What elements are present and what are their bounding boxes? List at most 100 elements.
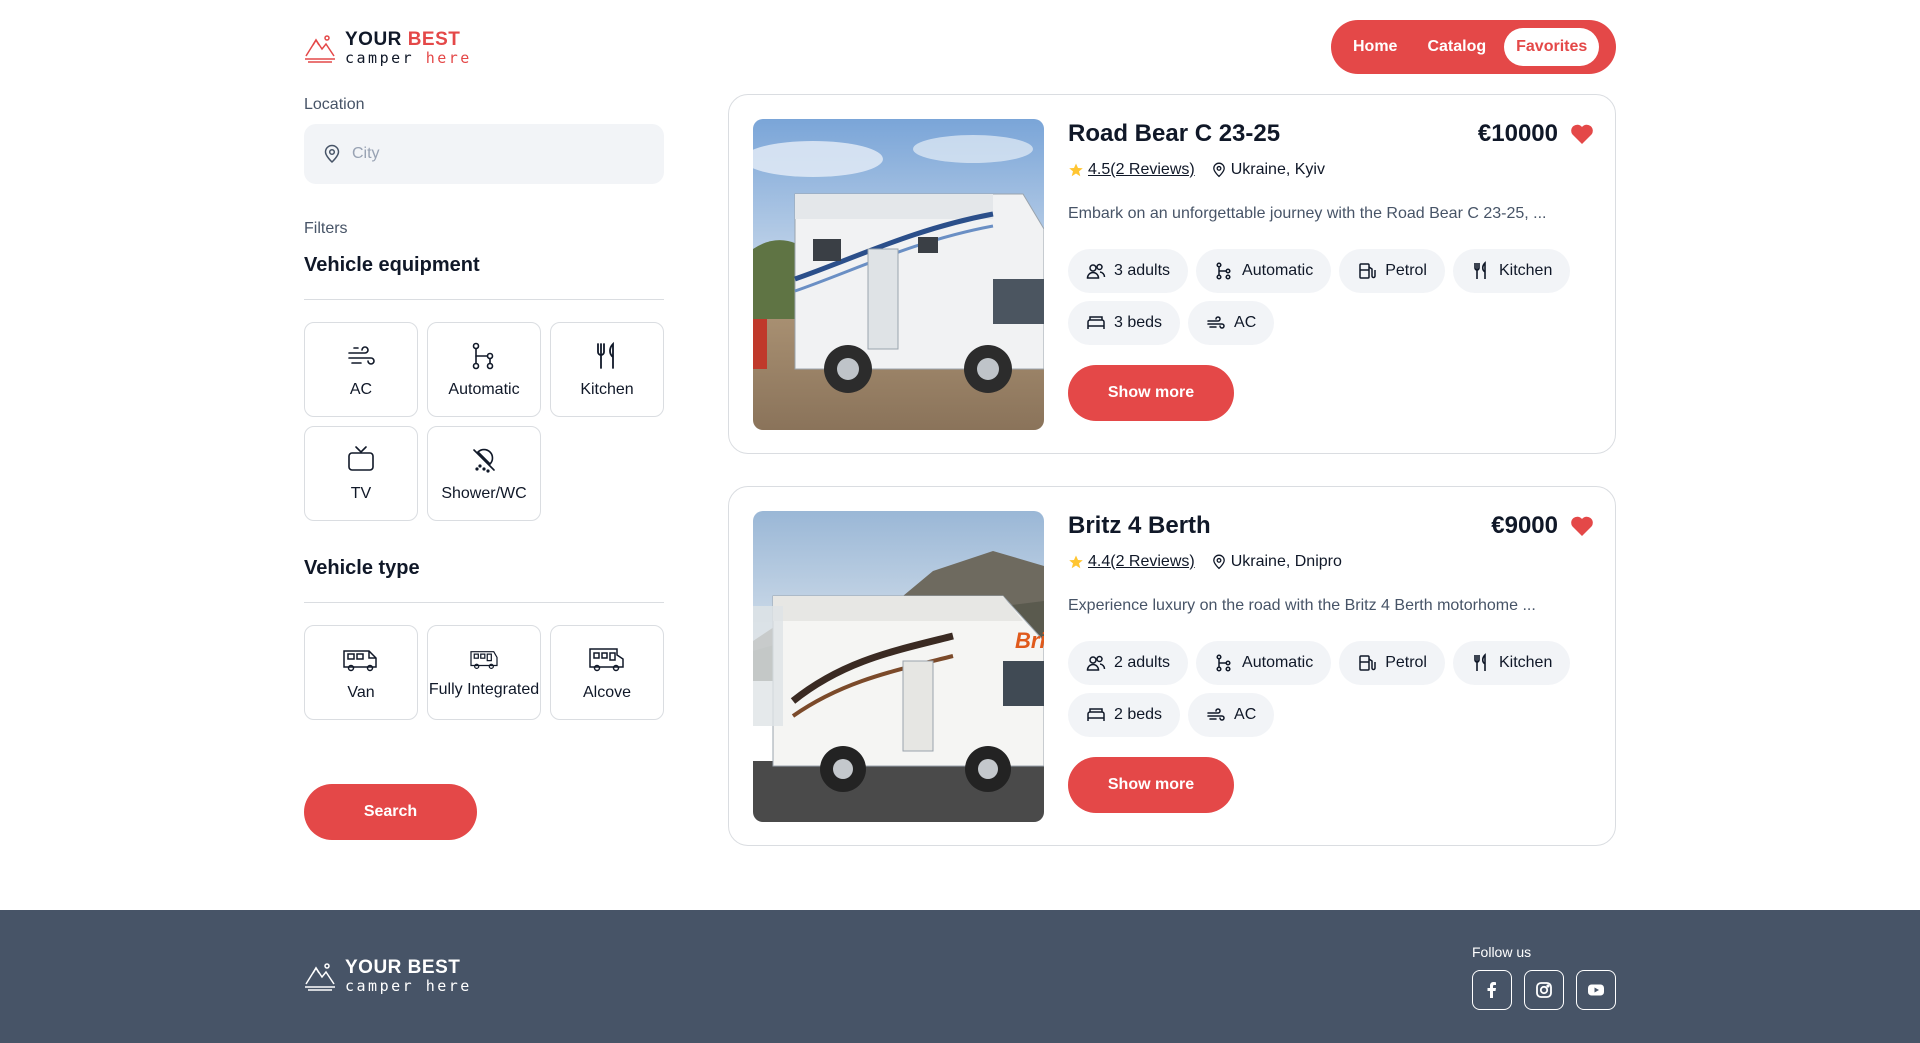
fuel-icon xyxy=(1359,655,1376,671)
equipment-kitchen[interactable]: Kitchen xyxy=(550,322,664,417)
camper-price: €10000 xyxy=(1477,120,1558,147)
chip-adults: 3 adults xyxy=(1068,249,1189,293)
type-van[interactable]: Van xyxy=(304,625,418,720)
type-fully-integrated[interactable]: Fully Integrated xyxy=(427,625,541,720)
chip-engine: Petrol xyxy=(1339,641,1445,685)
equipment-label: TV xyxy=(350,484,372,502)
star-icon xyxy=(1069,163,1083,177)
wind-icon xyxy=(1207,316,1225,329)
cutlery-icon xyxy=(597,341,614,369)
map-pin-icon xyxy=(1212,162,1225,178)
star-icon xyxy=(1069,555,1083,569)
camper-location: Ukraine, Kyiv xyxy=(1211,161,1325,179)
heart-icon[interactable] xyxy=(1570,515,1594,537)
page: YOUR BEST camper here Home Catalog Favor… xyxy=(0,0,1920,1043)
location-text: Ukraine, Kyiv xyxy=(1230,161,1325,178)
equipment-label: Kitchen xyxy=(580,380,634,398)
camper-name: Road Bear C 23-25 xyxy=(1068,120,1281,147)
rating: 4.4(2 Reviews) xyxy=(1068,553,1195,571)
cutlery-icon xyxy=(1474,653,1486,671)
equipment-label: Automatic xyxy=(448,380,520,398)
camper-price: €9000 xyxy=(1491,512,1558,539)
feature-chips: 2 adults Automatic Petrol Kitchen 2 beds… xyxy=(1068,641,1588,737)
vehicle-type-grid: Van Fully Integrated Alcove xyxy=(304,625,664,720)
type-label: Alcove xyxy=(582,683,632,701)
svg-text:Bri: Bri xyxy=(1015,628,1044,653)
wind-icon xyxy=(1207,708,1225,721)
bed-icon xyxy=(1087,316,1105,329)
follow-us-label: Follow us xyxy=(1472,944,1532,960)
feature-chips: 3 adults Automatic Petrol Kitchen 3 beds… xyxy=(1068,249,1588,345)
mountain-logo-icon xyxy=(305,35,335,63)
camper-image: Bri xyxy=(753,511,1044,822)
bed-icon xyxy=(1087,708,1105,721)
cutlery-icon xyxy=(1474,261,1486,279)
wind-icon xyxy=(348,345,375,365)
instagram-icon xyxy=(1536,982,1552,998)
camper-image xyxy=(753,119,1044,430)
shower-icon xyxy=(473,448,495,473)
chip-kitchen: Kitchen xyxy=(1452,249,1571,293)
alcove-icon xyxy=(589,647,624,671)
chip-beds: 3 beds xyxy=(1068,301,1181,345)
reviews-link[interactable]: 4.5(2 Reviews) xyxy=(1088,161,1195,179)
logo[interactable]: YOUR BEST camper here xyxy=(303,30,472,66)
chip-transmission: Automatic xyxy=(1196,249,1332,293)
transmission-icon xyxy=(1216,262,1231,280)
footer xyxy=(0,910,1920,1043)
show-more-button[interactable]: Show more xyxy=(1068,365,1234,421)
youtube-link[interactable] xyxy=(1576,970,1616,1010)
footer-sub: camper here xyxy=(345,977,472,995)
heart-icon[interactable] xyxy=(1570,123,1594,145)
users-icon xyxy=(1086,263,1106,279)
type-label: Van xyxy=(347,683,375,701)
footer-logo-text: YOUR BEST camper here xyxy=(345,958,472,994)
mountain-logo-icon xyxy=(305,963,335,991)
instagram-link[interactable] xyxy=(1524,970,1564,1010)
chip-label: Kitchen xyxy=(1498,262,1553,279)
equipment-shower[interactable]: Shower/WC xyxy=(427,426,541,521)
location-input[interactable] xyxy=(352,145,632,163)
chip-label: Petrol xyxy=(1385,262,1427,279)
nav-favorites[interactable]: Favorites xyxy=(1504,28,1600,66)
nav-catalog[interactable]: Catalog xyxy=(1415,28,1498,66)
camper-card: Bri Britz 4 Berth €9000 4.4(2 Reviews) U… xyxy=(728,486,1616,846)
camper-description: Embark on an unforgettable journey with … xyxy=(1068,205,1547,222)
fully-integrated-icon xyxy=(470,650,498,669)
facebook-icon xyxy=(1487,982,1496,998)
chip-ac: AC xyxy=(1188,693,1275,737)
card-body: Road Bear C 23-25 €10000 4.5(2 Reviews) … xyxy=(1068,119,1594,421)
chip-label: Petrol xyxy=(1385,654,1427,671)
location-label: Location xyxy=(304,96,365,113)
nav-home[interactable]: Home xyxy=(1341,28,1409,66)
equipment-grid: AC Automatic Kitchen TV Shower/WC xyxy=(304,322,664,521)
reviews-count: (2 Reviews) xyxy=(1110,553,1195,570)
users-icon xyxy=(1086,655,1106,671)
search-button[interactable]: Search xyxy=(304,784,477,840)
chip-engine: Petrol xyxy=(1339,249,1445,293)
chip-ac: AC xyxy=(1188,301,1275,345)
van-icon xyxy=(343,649,377,671)
chip-label: 3 beds xyxy=(1114,314,1163,331)
equipment-automatic[interactable]: Automatic xyxy=(427,322,541,417)
type-alcove[interactable]: Alcove xyxy=(550,625,664,720)
chip-label: 2 adults xyxy=(1114,654,1171,671)
equipment-ac[interactable]: AC xyxy=(304,322,418,417)
rating: 4.5(2 Reviews) xyxy=(1068,161,1195,179)
show-more-button[interactable]: Show more xyxy=(1068,757,1234,813)
logo-text: YOUR BEST camper here xyxy=(345,30,472,66)
chip-adults: 2 adults xyxy=(1068,641,1189,685)
filters-label: Filters xyxy=(304,220,348,237)
reviews-link[interactable]: 4.4(2 Reviews) xyxy=(1088,553,1195,571)
vehicle-equipment-title: Vehicle equipment xyxy=(304,254,664,300)
location-field[interactable] xyxy=(304,124,664,184)
footer-logo[interactable]: YOUR BEST camper here xyxy=(303,958,472,994)
transmission-icon xyxy=(1216,654,1231,672)
location-text: Ukraine, Dnipro xyxy=(1230,553,1342,570)
chip-label: Automatic xyxy=(1242,262,1314,279)
equipment-tv[interactable]: TV xyxy=(304,426,418,521)
sub-part1: camper xyxy=(345,49,426,67)
facebook-link[interactable] xyxy=(1472,970,1512,1010)
map-pin-icon xyxy=(1212,554,1225,570)
chip-beds: 2 beds xyxy=(1068,693,1181,737)
